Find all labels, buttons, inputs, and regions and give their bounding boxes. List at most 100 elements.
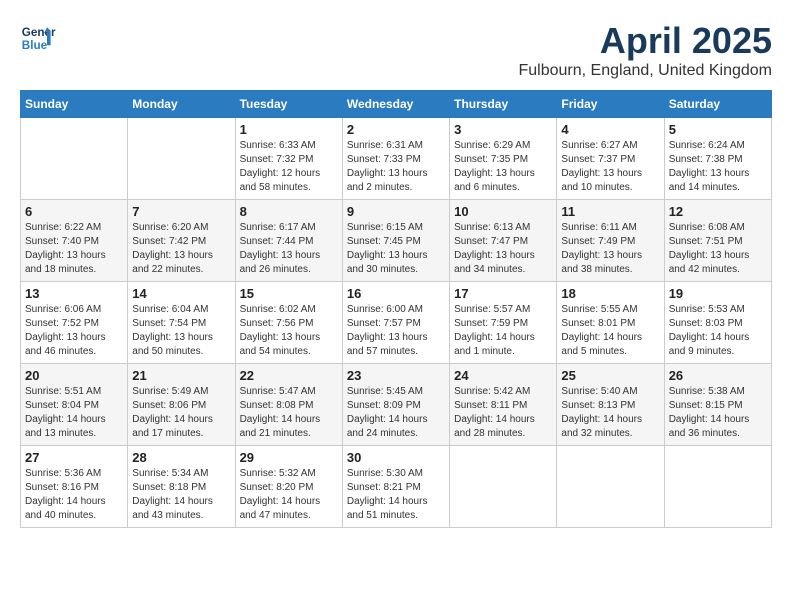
calendar-day-26: 26Sunrise: 5:38 AMSunset: 8:15 PMDayligh… [664,364,771,446]
day-info: Sunrise: 6:20 AMSunset: 7:42 PMDaylight:… [132,221,230,277]
day-info: Sunrise: 5:49 AMSunset: 8:06 PMDaylight:… [132,385,230,441]
calendar-day-16: 16Sunrise: 6:00 AMSunset: 7:57 PMDayligh… [342,282,449,364]
calendar-day-24: 24Sunrise: 5:42 AMSunset: 8:11 PMDayligh… [450,364,557,446]
day-info: Sunrise: 5:40 AMSunset: 8:13 PMDaylight:… [561,385,659,441]
day-number: 4 [561,122,659,137]
calendar-day-15: 15Sunrise: 6:02 AMSunset: 7:56 PMDayligh… [235,282,342,364]
sunrise-text: Sunrise: 6:06 AM [25,303,123,317]
day-info: Sunrise: 5:51 AMSunset: 8:04 PMDaylight:… [25,385,123,441]
day-number: 6 [25,204,123,219]
daylight-text: Daylight: 13 hours and 38 minutes. [561,249,659,277]
calendar-day-25: 25Sunrise: 5:40 AMSunset: 8:13 PMDayligh… [557,364,664,446]
calendar-day-11: 11Sunrise: 6:11 AMSunset: 7:49 PMDayligh… [557,200,664,282]
sunset-text: Sunset: 7:47 PM [454,235,552,249]
day-info: Sunrise: 6:29 AMSunset: 7:35 PMDaylight:… [454,139,552,195]
calendar-day-12: 12Sunrise: 6:08 AMSunset: 7:51 PMDayligh… [664,200,771,282]
sunset-text: Sunset: 8:20 PM [240,481,338,495]
sunset-text: Sunset: 7:57 PM [347,317,445,331]
day-number: 23 [347,368,445,383]
calendar-day-1: 1Sunrise: 6:33 AMSunset: 7:32 PMDaylight… [235,118,342,200]
day-number: 26 [669,368,767,383]
daylight-text: Daylight: 13 hours and 30 minutes. [347,249,445,277]
location-title: Fulbourn, England, United Kingdom [519,62,773,80]
calendar-table: SundayMondayTuesdayWednesdayThursdayFrid… [20,90,772,528]
day-number: 7 [132,204,230,219]
day-info: Sunrise: 6:13 AMSunset: 7:47 PMDaylight:… [454,221,552,277]
sunrise-text: Sunrise: 6:08 AM [669,221,767,235]
calendar-empty-cell [664,446,771,528]
daylight-text: Daylight: 13 hours and 54 minutes. [240,331,338,359]
calendar-header-row: SundayMondayTuesdayWednesdayThursdayFrid… [21,91,772,118]
day-info: Sunrise: 5:53 AMSunset: 8:03 PMDaylight:… [669,303,767,359]
sunrise-text: Sunrise: 6:15 AM [347,221,445,235]
calendar-week-row: 13 Sunrise: 6:06 AMSunset: 7:52 PMDayligh… [21,282,772,364]
sunrise-text: Sunrise: 5:55 AM [561,303,659,317]
page-header: General Blue April 2025 Fulbourn, Englan… [20,20,772,80]
day-number: 1 [240,122,338,137]
daylight-text: Daylight: 14 hours and 5 minutes. [561,331,659,359]
daylight-text: Daylight: 13 hours and 42 minutes. [669,249,767,277]
sunset-text: Sunset: 7:37 PM [561,153,659,167]
daylight-text: Daylight: 12 hours and 58 minutes. [240,167,338,195]
sunset-text: Sunset: 8:06 PM [132,399,230,413]
sunrise-text: Sunrise: 5:36 AM [25,467,123,481]
daylight-text: Daylight: 14 hours and 43 minutes. [132,495,230,523]
day-number: 30 [347,450,445,465]
calendar-day-4: 4 Sunrise: 6:27 AMSunset: 7:37 PMDaylight… [557,118,664,200]
calendar-header-saturday: Saturday [664,91,771,118]
sunset-text: Sunset: 8:18 PM [132,481,230,495]
daylight-text: Daylight: 13 hours and 14 minutes. [669,167,767,195]
day-number: 8 [240,204,338,219]
day-number: 29 [240,450,338,465]
sunset-text: Sunset: 8:04 PM [25,399,123,413]
sunrise-text: Sunrise: 5:42 AM [454,385,552,399]
sunrise-text: Sunrise: 6:24 AM [669,139,767,153]
day-number: 10 [454,204,552,219]
sunrise-text: Sunrise: 6:29 AM [454,139,552,153]
logo: General Blue [20,20,56,56]
day-info: Sunrise: 5:57 AMSunset: 7:59 PMDaylight:… [454,303,552,359]
calendar-day-10: 10 Sunrise: 6:13 AMSunset: 7:47 PMDayligh… [450,200,557,282]
day-info: Sunrise: 6:08 AMSunset: 7:51 PMDaylight:… [669,221,767,277]
daylight-text: Daylight: 13 hours and 57 minutes. [347,331,445,359]
day-number: 28 [132,450,230,465]
calendar-empty-cell [21,118,128,200]
day-info: Sunrise: 6:27 AMSunset: 7:37 PMDaylight:… [561,139,659,195]
day-number: 15 [240,286,338,301]
calendar-day-17: 17Sunrise: 5:57 AMSunset: 7:59 PMDayligh… [450,282,557,364]
sunset-text: Sunset: 7:38 PM [669,153,767,167]
day-info: Sunrise: 5:45 AMSunset: 8:09 PMDaylight:… [347,385,445,441]
sunrise-text: Sunrise: 5:45 AM [347,385,445,399]
day-number: 22 [240,368,338,383]
calendar-day-9: 9Sunrise: 6:15 AMSunset: 7:45 PMDaylight… [342,200,449,282]
sunset-text: Sunset: 8:09 PM [347,399,445,413]
daylight-text: Daylight: 13 hours and 22 minutes. [132,249,230,277]
day-number: 9 [347,204,445,219]
daylight-text: Daylight: 14 hours and 40 minutes. [25,495,123,523]
calendar-day-5: 5Sunrise: 6:24 AMSunset: 7:38 PMDaylight… [664,118,771,200]
sunrise-text: Sunrise: 6:33 AM [240,139,338,153]
calendar-empty-cell [450,446,557,528]
day-number: 2 [347,122,445,137]
sunset-text: Sunset: 8:21 PM [347,481,445,495]
daylight-text: Daylight: 14 hours and 51 minutes. [347,495,445,523]
sunset-text: Sunset: 7:33 PM [347,153,445,167]
day-info: Sunrise: 6:06 AMSunset: 7:52 PMDaylight:… [25,303,123,359]
calendar-day-13: 13 Sunrise: 6:06 AMSunset: 7:52 PMDayligh… [21,282,128,364]
sunset-text: Sunset: 8:11 PM [454,399,552,413]
sunrise-text: Sunrise: 5:57 AM [454,303,552,317]
day-info: Sunrise: 6:11 AMSunset: 7:49 PMDaylight:… [561,221,659,277]
sunset-text: Sunset: 7:35 PM [454,153,552,167]
daylight-text: Daylight: 14 hours and 28 minutes. [454,413,552,441]
day-number: 21 [132,368,230,383]
day-number: 13 [25,286,123,301]
sunset-text: Sunset: 7:54 PM [132,317,230,331]
day-info: Sunrise: 6:17 AMSunset: 7:44 PMDaylight:… [240,221,338,277]
sunset-text: Sunset: 7:49 PM [561,235,659,249]
calendar-header-tuesday: Tuesday [235,91,342,118]
calendar-day-22: 22Sunrise: 5:47 AMSunset: 8:08 PMDayligh… [235,364,342,446]
svg-text:Blue: Blue [22,39,48,52]
sunrise-text: Sunrise: 5:38 AM [669,385,767,399]
calendar-header-thursday: Thursday [450,91,557,118]
daylight-text: Daylight: 14 hours and 24 minutes. [347,413,445,441]
